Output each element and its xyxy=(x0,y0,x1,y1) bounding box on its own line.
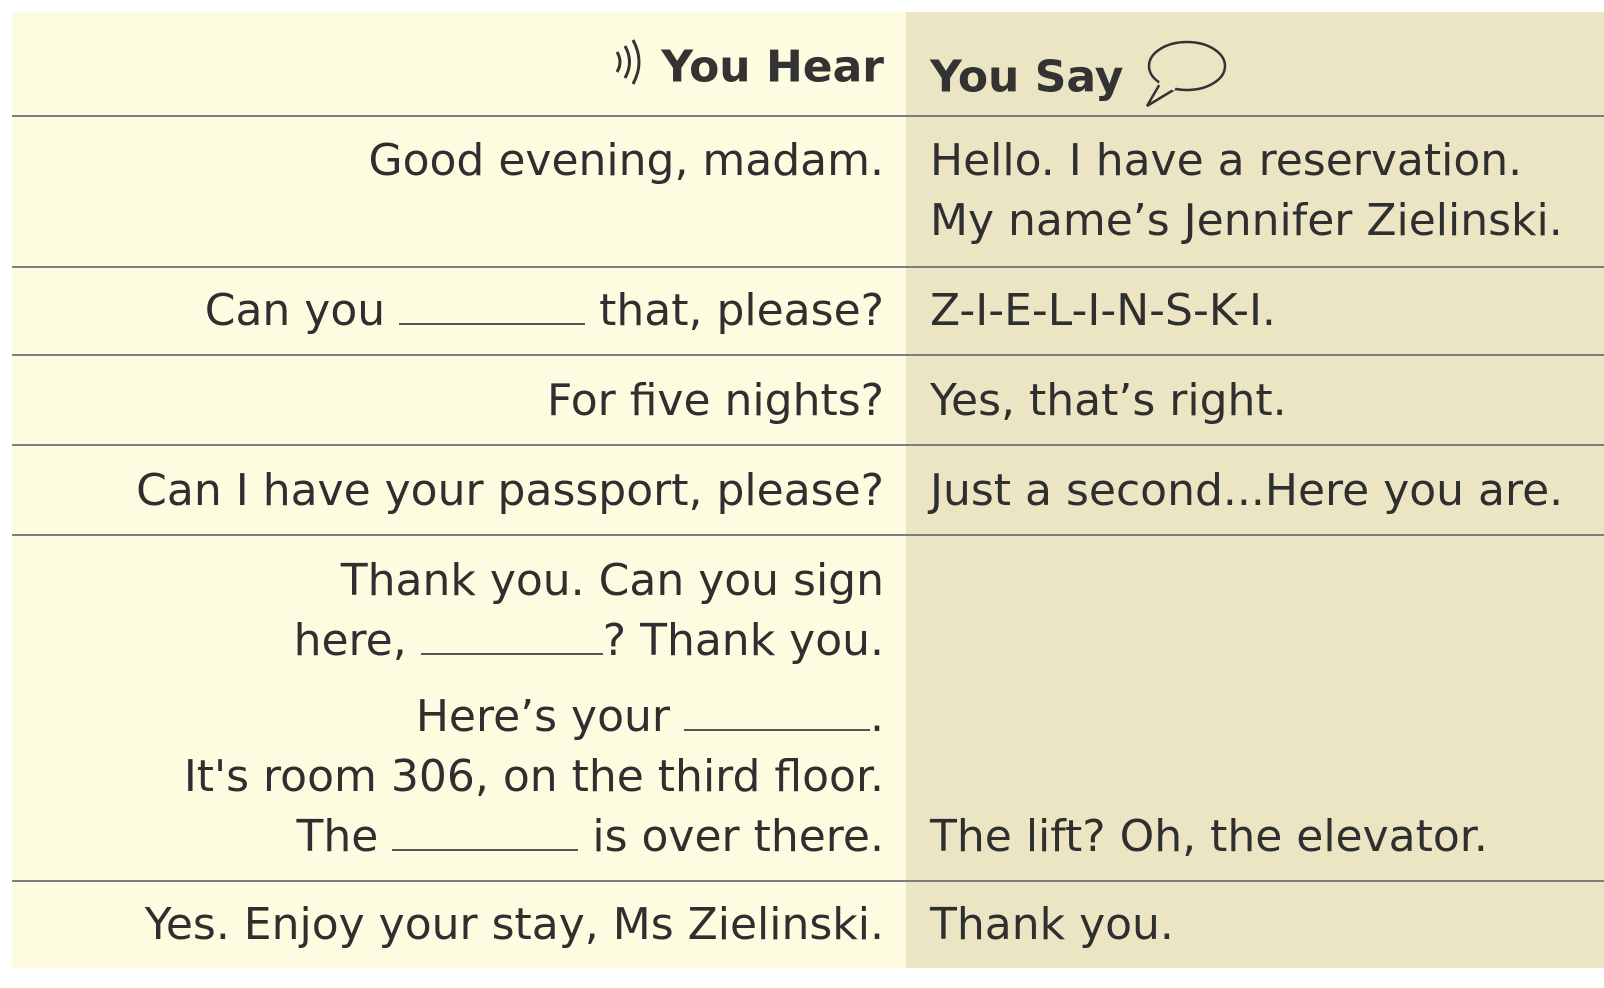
divider xyxy=(12,115,1604,117)
divider xyxy=(12,534,1604,536)
say-text: Thank you. xyxy=(930,899,1174,950)
hear-text-part: that, please? xyxy=(599,285,884,336)
divider xyxy=(12,266,1604,268)
sound-waves-icon xyxy=(611,34,647,105)
hear-text: It's room 306, on the third floor. xyxy=(183,751,884,802)
hear-text: here, ? Thank you. xyxy=(294,612,884,670)
fill-in-blank[interactable] xyxy=(420,619,603,655)
you-hear-label: You Hear xyxy=(661,41,884,93)
you-say-heading: You Say xyxy=(930,34,1229,125)
fill-in-blank[interactable] xyxy=(399,289,586,325)
hear-text: For five nights? xyxy=(546,375,884,426)
dialogue-table: You Hear You Say Good evening, madam. He… xyxy=(12,12,1604,972)
hear-text-part: . xyxy=(870,691,884,742)
hear-text-part: ? Thank you. xyxy=(602,615,884,666)
hear-text: Can you that, please? xyxy=(205,282,884,340)
speech-bubble-icon xyxy=(1137,34,1229,125)
divider xyxy=(12,444,1604,446)
hear-text-part: is over there. xyxy=(592,811,884,862)
hear-text-part: The xyxy=(296,811,379,862)
you-say-label: You Say xyxy=(930,51,1124,103)
divider xyxy=(12,354,1604,356)
hear-text: The is over there. xyxy=(297,808,884,866)
hear-text-part: here, xyxy=(293,615,407,666)
hear-text-part: Here’s your xyxy=(415,691,670,742)
hear-text: Thank you. Can you sign xyxy=(340,555,884,606)
say-text: Just a second...Here you are. xyxy=(930,465,1564,516)
hear-text-part: Can you xyxy=(204,285,386,336)
hear-text: Yes. Enjoy your stay, Ms Zielinski. xyxy=(144,899,884,950)
say-text: Hello. I have a reservation. xyxy=(930,135,1523,186)
fill-in-blank[interactable] xyxy=(684,695,870,731)
say-text: The lift? Oh, the elevator. xyxy=(930,811,1488,862)
say-text: My name’s Jennifer Zielinski. xyxy=(930,195,1563,246)
you-hear-heading: You Hear xyxy=(611,34,884,105)
say-text: Z-I-E-L-I-N-S-K-I. xyxy=(930,285,1276,336)
say-text: Yes, that’s right. xyxy=(930,375,1287,426)
hear-text: Can I have your passport, please? xyxy=(136,465,884,516)
divider xyxy=(12,880,1604,882)
hear-text: Here’s your . xyxy=(416,688,884,746)
hear-text: Good evening, madam. xyxy=(368,135,885,186)
fill-in-blank[interactable] xyxy=(392,815,579,851)
